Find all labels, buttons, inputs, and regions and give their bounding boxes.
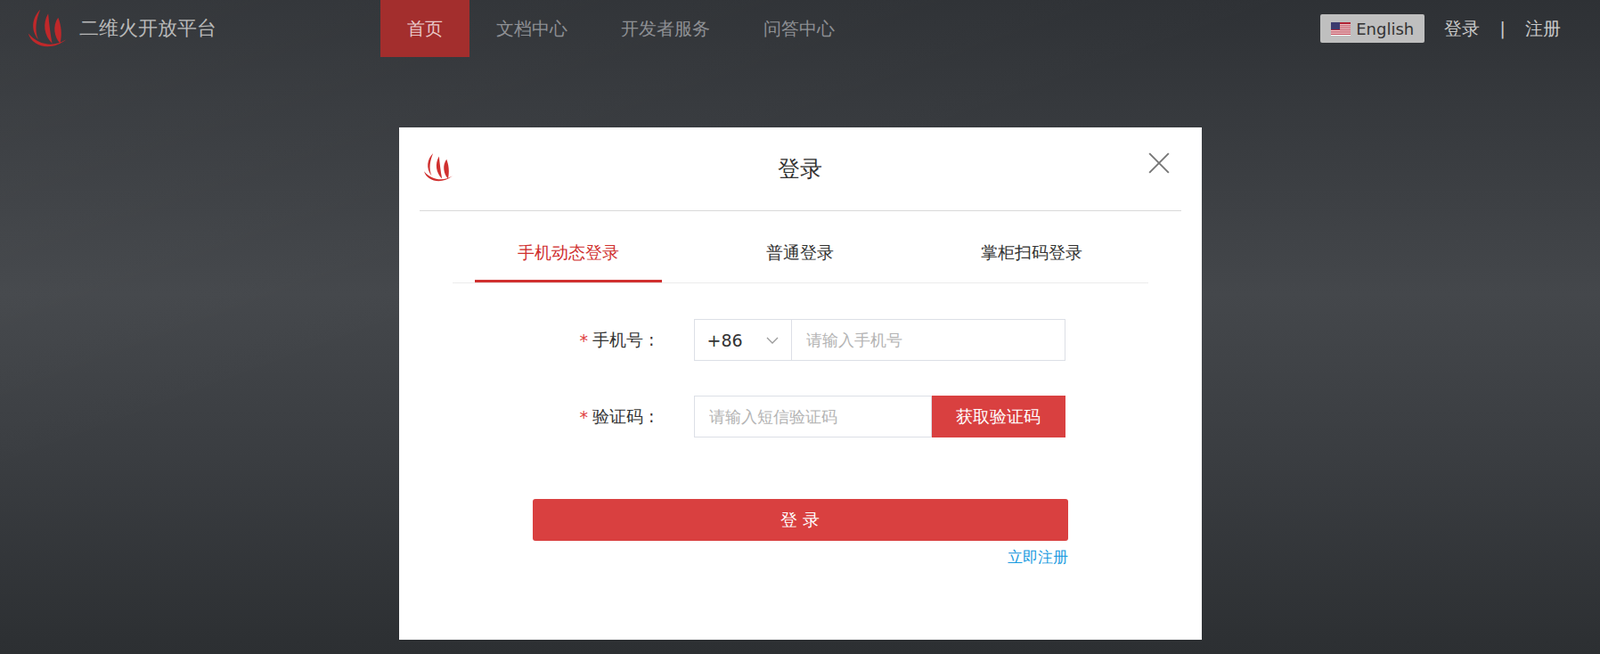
login-tab[interactable]: 手机动态登录: [452, 227, 685, 283]
brand-name: 二维火开放平台: [79, 15, 217, 42]
country-code-select[interactable]: +86: [693, 318, 792, 361]
flame-logo-icon: [22, 3, 73, 54]
register-link[interactable]: 注册: [1525, 16, 1561, 41]
login-tab[interactable]: 普通登录: [684, 227, 916, 283]
nav-item[interactable]: 首页: [380, 0, 470, 58]
top-nav: 二维火开放平台 首页文档中心开发者服务问答中心 English 登录 | 注册: [0, 0, 1600, 58]
nav-item[interactable]: 文档中心: [469, 0, 595, 58]
field-label: *验证码 :: [521, 405, 655, 429]
phone-input[interactable]: [791, 318, 1066, 361]
get-code-button[interactable]: 获取验证码: [931, 395, 1066, 438]
brand[interactable]: 二维火开放平台: [22, 0, 381, 58]
separator: |: [1499, 17, 1506, 40]
login-button[interactable]: 登 录: [532, 498, 1069, 541]
us-flag-icon: [1330, 22, 1351, 36]
field-label: *手机号 :: [521, 328, 655, 352]
register-row: 立即注册: [532, 546, 1069, 568]
header-actions: English 登录 | 注册: [1320, 0, 1561, 58]
close-icon[interactable]: [1147, 151, 1171, 175]
nav-item[interactable]: 开发者服务: [594, 0, 737, 58]
modal-title: 登录: [777, 154, 823, 184]
login-tabs: 手机动态登录普通登录掌柜扫码登录: [452, 227, 1149, 284]
login-link[interactable]: 登录: [1444, 16, 1480, 41]
login-form: *手机号 : +86 *验证码 : 获取验证码: [521, 318, 1182, 438]
form-row: *手机号 : +86: [521, 318, 1182, 361]
register-now-link[interactable]: 立即注册: [1007, 546, 1069, 568]
flame-logo-icon: [419, 148, 458, 187]
page: 二维火开放平台 首页文档中心开发者服务问答中心 English 登录 | 注册 …: [0, 0, 1600, 654]
sms-code-input[interactable]: [693, 395, 932, 438]
nav-item[interactable]: 问答中心: [736, 0, 862, 58]
field-control: +86: [693, 318, 1066, 361]
login-modal: 登录 手机动态登录普通登录掌柜扫码登录 *手机号 : +86 *验证码 : 获取…: [399, 127, 1202, 640]
form-row: *验证码 : 获取验证码: [521, 395, 1182, 438]
modal-header: 登录: [419, 127, 1182, 212]
chevron-down-icon: [766, 336, 779, 344]
main-nav: 首页文档中心开发者服务问答中心: [380, 0, 862, 58]
field-control: 获取验证码: [693, 395, 1066, 438]
login-tab[interactable]: 掌柜扫码登录: [915, 227, 1148, 283]
language-button[interactable]: English: [1320, 14, 1425, 43]
modal-overlay: 登录 手机动态登录普通登录掌柜扫码登录 *手机号 : +86 *验证码 : 获取…: [0, 0, 1600, 654]
